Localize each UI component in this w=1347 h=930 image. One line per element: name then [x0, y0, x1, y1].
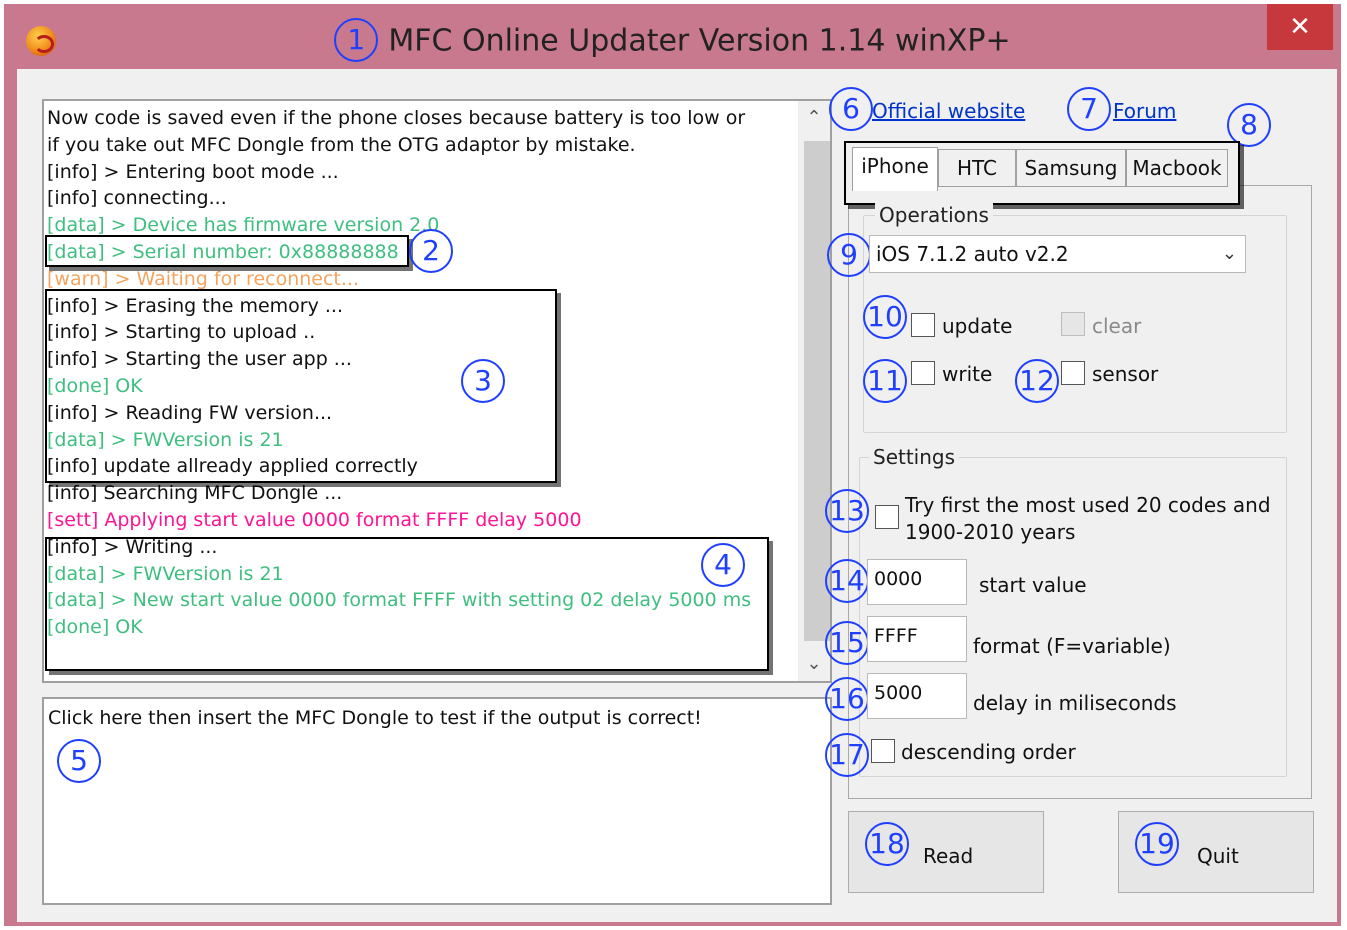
- close-button[interactable]: ✕: [1267, 4, 1333, 50]
- callout-1: 1: [334, 18, 379, 62]
- clear-checkbox[interactable]: [1061, 312, 1085, 336]
- format-label: format (F=variable): [973, 634, 1171, 658]
- read-button[interactable]: 18 Read: [848, 811, 1044, 893]
- log-line: [info] connecting...: [47, 187, 227, 210]
- clear-label: clear: [1092, 314, 1142, 338]
- try-first-label: Try first the most used 20 codes and 1900…: [905, 493, 1271, 544]
- scroll-down-icon[interactable]: ⌄: [798, 647, 830, 681]
- try-first-checkbox[interactable]: [875, 505, 899, 529]
- ios-version-select[interactable]: iOS 7.1.2 auto v2.2 ⌄: [869, 235, 1246, 273]
- settings-label: Settings: [869, 445, 960, 469]
- callout-3: 3: [461, 359, 505, 403]
- operations-label: Operations: [875, 203, 993, 227]
- select-value: iOS 7.1.2 auto v2.2: [876, 242, 1069, 266]
- scroll-thumb[interactable]: [804, 141, 830, 641]
- callout-4: 4: [701, 543, 745, 587]
- callout-11: 11: [863, 359, 907, 403]
- official-website-link[interactable]: Official website: [872, 99, 1025, 123]
- format-input[interactable]: FFFF: [867, 616, 967, 662]
- forum-link[interactable]: Forum: [1113, 99, 1176, 123]
- callout-7: 7: [1067, 87, 1111, 131]
- descending-label: descending order: [901, 740, 1076, 764]
- delay-label: delay in miliseconds: [973, 691, 1177, 715]
- log-line: [sett] Applying start value 0000 format …: [47, 508, 582, 531]
- output-textbox[interactable]: Click here then insert the MFC Dongle to…: [42, 697, 832, 905]
- delay-input[interactable]: 5000: [867, 673, 967, 719]
- update-label: update: [942, 314, 1013, 338]
- highlight-serial: [45, 235, 409, 267]
- update-checkbox[interactable]: [911, 313, 935, 337]
- callout-14: 14: [825, 559, 869, 603]
- descending-checkbox[interactable]: [871, 739, 895, 763]
- client-area: Now code is saved even if the phone clos…: [17, 69, 1337, 922]
- quit-button-label: Quit: [1197, 844, 1239, 868]
- callout-13: 13: [825, 489, 869, 533]
- quit-button[interactable]: 19 Quit: [1118, 811, 1314, 893]
- log-line: if you take out MFC Dongle from the OTG …: [47, 133, 636, 156]
- callout-19: 19: [1135, 822, 1179, 866]
- log-line: [info] > Entering boot mode ...: [47, 160, 339, 183]
- callout-10: 10: [863, 295, 907, 339]
- main-window: 1 MFC Online Updater Version 1.14 winXP+ …: [4, 4, 1341, 926]
- callout-5: 5: [57, 739, 101, 783]
- callout-17: 17: [825, 733, 869, 777]
- scroll-up-icon[interactable]: ⌃: [798, 101, 830, 135]
- write-checkbox[interactable]: [911, 361, 935, 385]
- vertical-scrollbar[interactable]: ⌃ ⌄: [798, 101, 830, 681]
- tab-samsung[interactable]: Samsung: [1016, 149, 1126, 187]
- callout-15: 15: [825, 621, 869, 665]
- highlight-write-steps: [45, 537, 769, 671]
- callout-2: 2: [409, 229, 453, 273]
- read-button-label: Read: [923, 844, 974, 868]
- start-value-label: start value: [979, 573, 1087, 597]
- callout-9: 9: [827, 233, 871, 277]
- callout-18: 18: [865, 822, 909, 866]
- output-hint: Click here then insert the MFC Dongle to…: [48, 707, 702, 729]
- tab-macbook[interactable]: Macbook: [1126, 149, 1228, 187]
- sensor-label: sensor: [1092, 362, 1159, 386]
- device-tabs: iPhone HTC Samsung Macbook: [844, 141, 1240, 205]
- callout-12: 12: [1015, 359, 1059, 403]
- callout-16: 16: [825, 677, 869, 721]
- log-line: Now code is saved even if the phone clos…: [47, 107, 746, 129]
- log-line: [info] Searching MFC Dongle ...: [47, 482, 343, 505]
- write-label: write: [942, 362, 993, 386]
- callout-6: 6: [829, 87, 873, 131]
- title-bar[interactable]: 1 MFC Online Updater Version 1.14 winXP+ …: [4, 4, 1341, 70]
- window-title: 1 MFC Online Updater Version 1.14 winXP+: [4, 18, 1341, 64]
- chevron-down-icon: ⌄: [1221, 243, 1237, 264]
- tab-htc[interactable]: HTC: [938, 149, 1016, 187]
- start-value-input[interactable]: 0000: [867, 559, 967, 605]
- tab-iphone[interactable]: iPhone: [852, 147, 938, 191]
- sensor-checkbox[interactable]: [1061, 361, 1085, 385]
